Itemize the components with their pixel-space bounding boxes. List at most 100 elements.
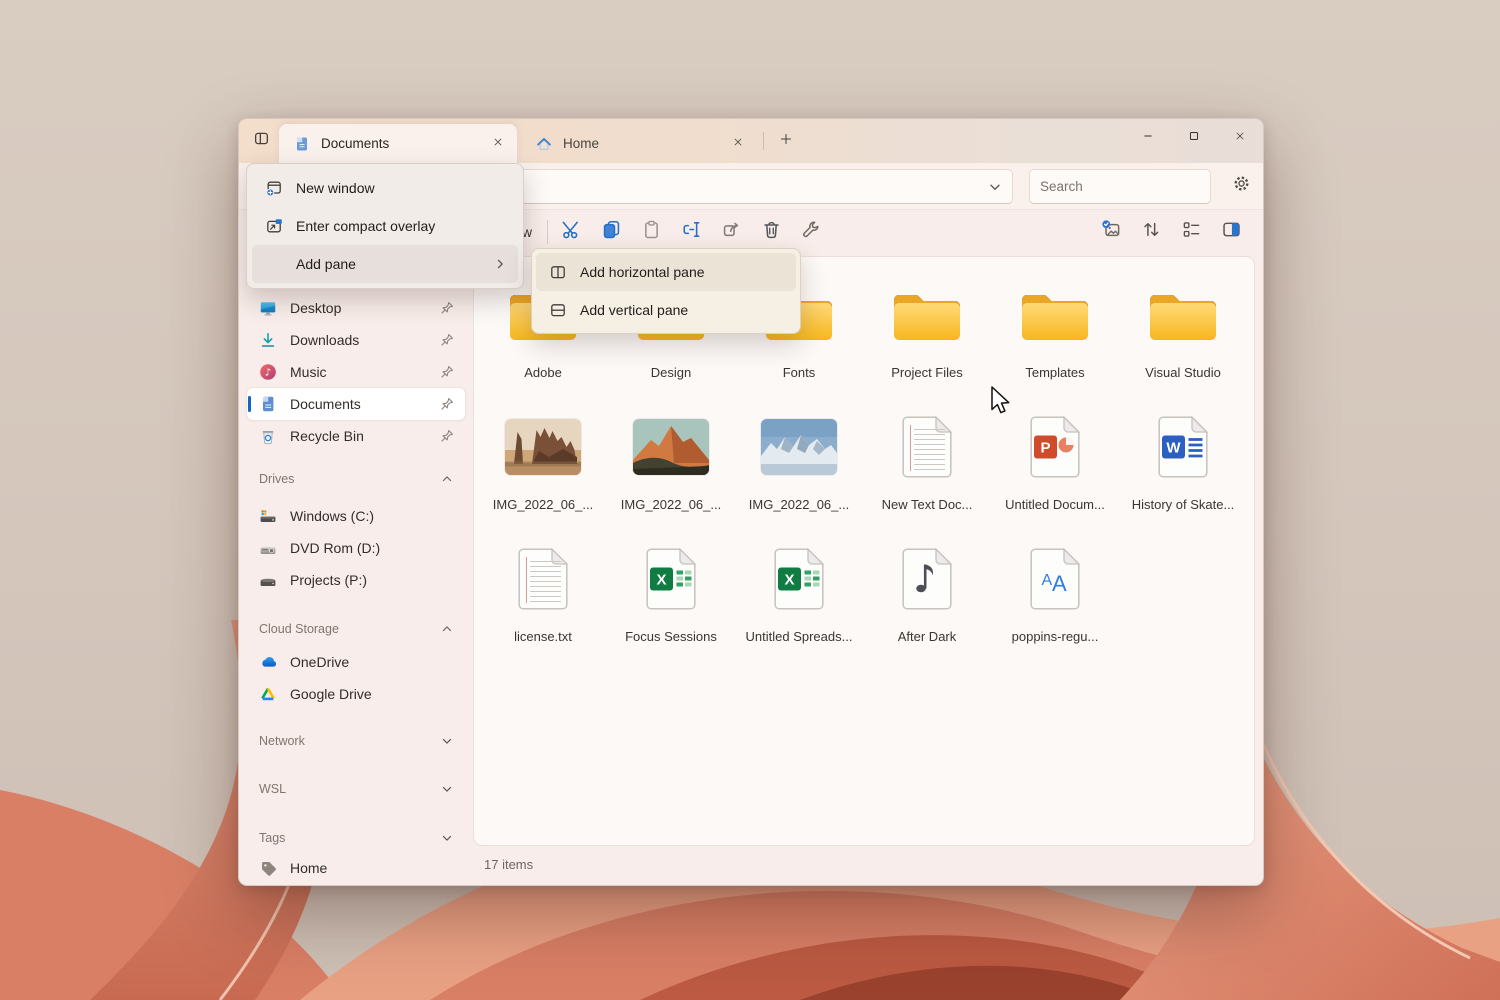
- pin-icon[interactable]: [439, 332, 455, 348]
- file-item-new-text-doc[interactable]: New Text Doc...: [863, 405, 991, 517]
- search-input[interactable]: [1030, 179, 1227, 194]
- documents-icon: [259, 395, 277, 413]
- sidebar-section-cloud-storage[interactable]: Cloud Storage: [247, 617, 465, 641]
- file-item-focus-sessions[interactable]: X Focus Sessions: [607, 537, 735, 649]
- paste-button[interactable]: [633, 214, 669, 250]
- chevron-down-icon[interactable]: [986, 178, 1004, 196]
- folder-item-templates[interactable]: Templates: [991, 273, 1119, 385]
- sidebar-item-downloads[interactable]: Downloads: [247, 324, 465, 356]
- cut-button[interactable]: [553, 214, 589, 250]
- desktop: DocumentsHome New: [0, 0, 1500, 1000]
- file-label: Project Files: [891, 365, 963, 380]
- share-button[interactable]: [713, 214, 749, 250]
- sidebar-item-home[interactable]: Home: [247, 852, 465, 884]
- file-item-history-of-skate[interactable]: WHistory of Skate...: [1119, 405, 1247, 517]
- view-options-button[interactable]: [1093, 214, 1129, 250]
- file-icon-box: [1145, 273, 1221, 357]
- settings-button[interactable]: [1225, 169, 1258, 202]
- recycle-bin-icon: [259, 427, 277, 445]
- tab-documents[interactable]: Documents: [279, 124, 517, 163]
- submenu-item-add-horizontal-pane[interactable]: Add horizontal pane: [536, 253, 796, 291]
- sidebar-toggle-icon: [253, 130, 270, 152]
- copy-button[interactable]: [593, 214, 629, 250]
- sidebar-section-wsl[interactable]: WSL: [247, 777, 465, 801]
- sidebar-item-documents[interactable]: Documents: [247, 388, 465, 420]
- close-tab-button[interactable]: [487, 133, 509, 155]
- menu-item-add-pane[interactable]: Add pane: [252, 245, 518, 283]
- sidebar-item-label: Documents: [290, 396, 361, 412]
- maximize-icon: [1188, 129, 1200, 147]
- chevron-down-icon[interactable]: [439, 733, 455, 749]
- pin-icon[interactable]: [439, 364, 455, 380]
- maximize-button[interactable]: [1171, 119, 1217, 157]
- tab-home[interactable]: Home: [521, 124, 757, 163]
- chevron-down-icon[interactable]: [439, 781, 455, 797]
- sidebar-item-music[interactable]: ♪Music: [247, 356, 465, 388]
- folder-item-visual-studio[interactable]: Visual Studio: [1119, 273, 1247, 385]
- address-input[interactable]: [486, 179, 986, 194]
- toggle-sidebar-button[interactable]: [249, 129, 273, 153]
- powerpoint-icon: P: [1029, 415, 1081, 479]
- file-item-img-2022-06[interactable]: IMG_2022_06_...: [479, 405, 607, 517]
- layout-button[interactable]: [1173, 214, 1209, 250]
- sidebar-section-drives[interactable]: Drives: [247, 467, 465, 491]
- sidebar-item-desktop[interactable]: Desktop: [247, 292, 465, 324]
- file-icon-box: X: [645, 537, 697, 621]
- file-item-untitled-spreads[interactable]: XUntitled Spreads...: [735, 537, 863, 649]
- file-label: Focus Sessions: [625, 629, 717, 644]
- file-item-after-dark[interactable]: After Dark: [863, 537, 991, 649]
- copy-icon: [601, 219, 622, 245]
- menu-item-new-window[interactable]: New window: [252, 169, 518, 207]
- sidebar-item-windows-c[interactable]: Windows (C:): [247, 500, 465, 532]
- image-snow-thumbnail: [761, 419, 837, 475]
- sidebar-item-dvd-rom-d[interactable]: DVD Rom (D:): [247, 532, 465, 564]
- file-item-img-2022-06[interactable]: IMG_2022_06_...: [607, 405, 735, 517]
- sidebar-item-onedrive[interactable]: OneDrive: [247, 646, 465, 678]
- chevron-right-icon: [492, 256, 508, 272]
- sidebar-section-tags[interactable]: Tags: [247, 826, 465, 850]
- search-box[interactable]: [1029, 169, 1211, 204]
- chevron-up-icon[interactable]: [439, 471, 455, 487]
- file-item-untitled-docum[interactable]: PUntitled Docum...: [991, 405, 1119, 517]
- close-tab-button[interactable]: [727, 133, 749, 155]
- close-window-button[interactable]: [1217, 119, 1263, 157]
- preview-pane-button[interactable]: [1213, 214, 1249, 250]
- file-label: History of Skate...: [1132, 497, 1235, 512]
- delete-button[interactable]: [753, 214, 789, 250]
- folder-item-project-files[interactable]: Project Files: [863, 273, 991, 385]
- sidebar-section-network[interactable]: Network: [247, 729, 465, 753]
- pin-icon[interactable]: [439, 428, 455, 444]
- section-header-label: WSL: [259, 782, 286, 796]
- rename-icon: [681, 219, 702, 245]
- rename-button[interactable]: [673, 214, 709, 250]
- address-bar[interactable]: [485, 169, 1013, 204]
- svg-text:X: X: [656, 572, 666, 589]
- properties-button[interactable]: [793, 214, 829, 250]
- section-header-label: Tags: [259, 831, 285, 845]
- submenu-item-add-vertical-pane[interactable]: Add vertical pane: [536, 291, 796, 329]
- tab-label: Documents: [321, 136, 389, 151]
- sidebar-item-google-drive[interactable]: Google Drive: [247, 678, 465, 710]
- svg-text:♪: ♪: [265, 368, 271, 379]
- sort-button[interactable]: [1133, 214, 1169, 250]
- view-options-icon: [1101, 219, 1122, 245]
- file-item-img-2022-06[interactable]: IMG_2022_06_...: [735, 405, 863, 517]
- pin-icon[interactable]: [439, 396, 455, 412]
- svg-text:P: P: [1040, 440, 1050, 457]
- chevron-down-icon[interactable]: [439, 830, 455, 846]
- sidebar-item-projects-p[interactable]: Projects (P:): [247, 564, 465, 596]
- new-window-icon: [265, 179, 283, 197]
- menu-item-enter-compact-overlay[interactable]: Enter compact overlay: [252, 207, 518, 245]
- chevron-up-icon[interactable]: [439, 621, 455, 637]
- sidebar-item-label: Recycle Bin: [290, 428, 364, 444]
- new-tab-button[interactable]: [773, 128, 799, 154]
- file-item-poppins-regu[interactable]: AApoppins-regu...: [991, 537, 1119, 649]
- font-file-icon: AA: [1029, 547, 1081, 611]
- file-label: license.txt: [514, 629, 572, 644]
- minimize-button[interactable]: [1125, 119, 1171, 157]
- file-item-license-txt[interactable]: license.txt: [479, 537, 607, 649]
- pin-icon[interactable]: [439, 300, 455, 316]
- files-app-window: DocumentsHome New: [238, 118, 1264, 886]
- close-icon: [732, 135, 744, 153]
- sidebar-item-recycle-bin[interactable]: Recycle Bin: [247, 420, 465, 452]
